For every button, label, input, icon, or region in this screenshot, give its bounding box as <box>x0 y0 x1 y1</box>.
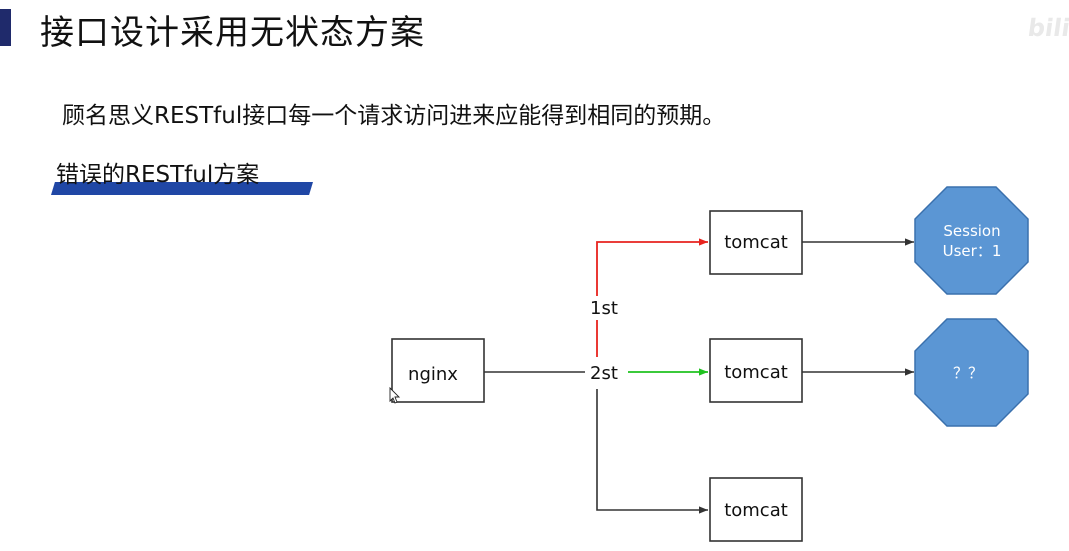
session-2-unknown: ？？ <box>953 364 983 382</box>
second-request-label: 2st <box>590 363 618 384</box>
nginx-node-label: nginx <box>408 364 458 385</box>
tomcat-node-2-label: tomcat <box>724 362 788 383</box>
first-request-path <box>596 238 708 296</box>
tomcat-node-3-label: tomcat <box>724 500 788 521</box>
session-octagon-1 <box>914 186 1029 295</box>
tomcat-node-1-label: tomcat <box>724 232 788 253</box>
section-label: 错误的RESTful方案 <box>56 162 260 188</box>
session-1-user: User：1 <box>943 242 1002 260</box>
load-balancing-diagram: nginx tomcat tomcat tomcat 1st 2st Sessi… <box>389 186 1029 542</box>
session-1-title: Session <box>943 222 1000 240</box>
first-request-label: 1st <box>590 298 618 319</box>
third-route-path <box>596 389 708 514</box>
